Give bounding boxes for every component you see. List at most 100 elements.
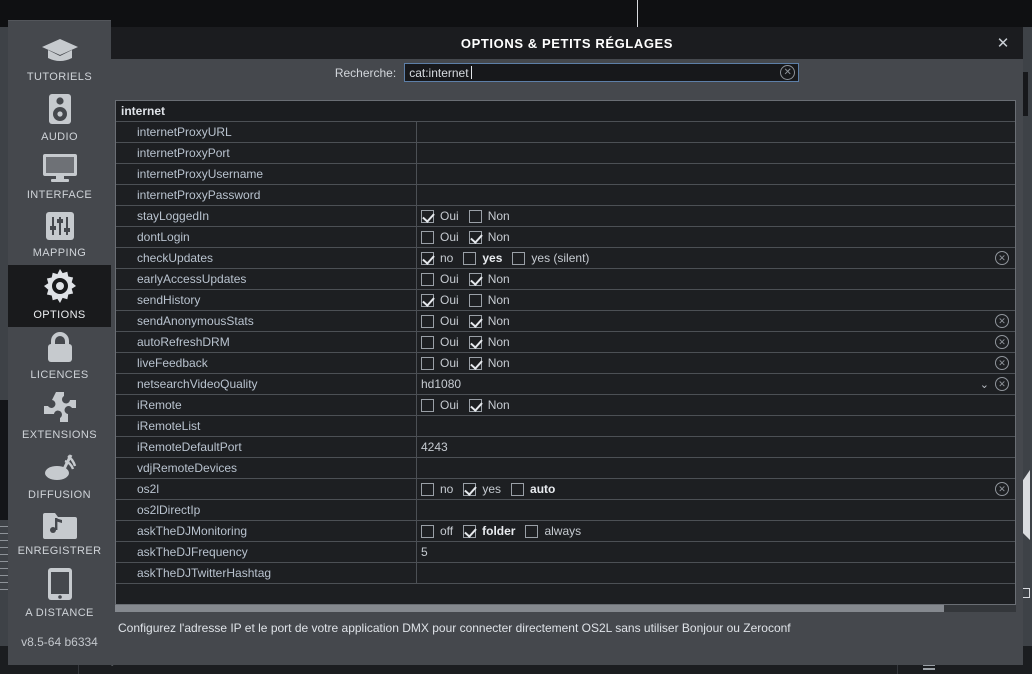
table-row[interactable]: dontLoginOuiNon [116, 227, 1015, 248]
table-row[interactable]: os2lDirectIp [116, 500, 1015, 521]
checkbox-unchecked-icon[interactable] [463, 252, 476, 265]
option-choice[interactable]: Oui [421, 356, 459, 370]
table-row[interactable]: sendHistoryOuiNon [116, 290, 1015, 311]
option-value-cell[interactable] [417, 122, 1015, 142]
checkbox-unchecked-icon[interactable] [421, 273, 434, 286]
option-value-cell[interactable]: OuiNon [417, 290, 1015, 310]
table-row[interactable]: autoRefreshDRMOuiNon✕ [116, 332, 1015, 353]
option-value-cell[interactable] [417, 563, 1015, 583]
option-choice[interactable]: Oui [421, 230, 459, 244]
option-choice[interactable]: always [525, 524, 581, 538]
option-choice[interactable]: off [421, 524, 453, 538]
table-row[interactable]: internetProxyUsername [116, 164, 1015, 185]
option-choice[interactable]: Oui [421, 314, 459, 328]
option-value-cell[interactable]: Oui Non [417, 395, 1015, 415]
table-row[interactable]: iRemoteOuiNon [116, 395, 1015, 416]
option-choice[interactable]: Non [469, 272, 510, 286]
checkbox-checked-icon[interactable] [469, 231, 482, 244]
option-choice[interactable]: Non [469, 335, 510, 349]
reset-option-icon[interactable]: ✕ [995, 377, 1009, 391]
reset-option-icon[interactable]: ✕ [995, 482, 1009, 496]
table-row[interactable]: liveFeedbackOuiNon✕ [116, 353, 1015, 374]
checkbox-unchecked-icon[interactable] [469, 210, 482, 223]
option-value-cell[interactable]: Oui Non [417, 206, 1015, 226]
option-value-cell[interactable]: hd1080⌄✕ [417, 374, 1015, 394]
reset-option-icon[interactable]: ✕ [995, 335, 1009, 349]
options-table[interactable]: internet internetProxyURLinternetProxyPo… [115, 100, 1016, 605]
checkbox-unchecked-icon[interactable] [421, 231, 434, 244]
option-choice[interactable]: yes [463, 482, 501, 496]
table-row[interactable]: os2lnoyesauto✕ [116, 479, 1015, 500]
checkbox-unchecked-icon[interactable] [525, 525, 538, 538]
option-choice[interactable]: Oui [421, 398, 459, 412]
option-value-cell[interactable]: 4243 [417, 437, 1015, 457]
option-choice[interactable]: no [421, 482, 453, 496]
checkbox-unchecked-icon[interactable] [469, 294, 482, 307]
option-choice[interactable]: no [421, 251, 453, 265]
checkbox-unchecked-icon[interactable] [421, 315, 434, 328]
option-value-cell[interactable]: Oui Non [417, 269, 1015, 289]
table-row[interactable]: iRemoteList [116, 416, 1015, 437]
checkbox-unchecked-icon[interactable] [421, 336, 434, 349]
table-row[interactable]: iRemoteDefaultPort4243 [116, 437, 1015, 458]
option-value-cell[interactable] [417, 416, 1015, 436]
sidebar-item-interface[interactable]: INTERFACE [8, 149, 111, 207]
option-value-cell[interactable]: noyesyes (silent)✕ [417, 248, 1015, 268]
checkbox-checked-icon[interactable] [463, 525, 476, 538]
option-value-cell[interactable]: Oui Non ✕ [417, 332, 1015, 352]
option-choice[interactable]: yes [463, 251, 502, 265]
checkbox-unchecked-icon[interactable] [512, 252, 525, 265]
option-value-cell[interactable]: OuiNon✕ [417, 311, 1015, 331]
checkbox-unchecked-icon[interactable] [421, 357, 434, 370]
close-icon[interactable]: ✕ [995, 35, 1011, 51]
checkbox-unchecked-icon[interactable] [511, 483, 524, 496]
sidebar-item-licences[interactable]: LICENCES [8, 327, 111, 387]
reset-option-icon[interactable]: ✕ [995, 251, 1009, 265]
option-value-cell[interactable] [417, 164, 1015, 184]
horizontal-scrollbar[interactable] [115, 605, 1016, 612]
option-choice[interactable]: Non [469, 398, 510, 412]
option-value-cell[interactable] [417, 500, 1015, 520]
search-input[interactable]: cat:internet ✕ [404, 63, 799, 82]
option-choice[interactable]: Non [469, 356, 510, 370]
table-row[interactable]: askTheDJTwitterHashtag [116, 563, 1015, 584]
table-row[interactable]: internetProxyURL [116, 122, 1015, 143]
checkbox-unchecked-icon[interactable] [421, 483, 434, 496]
table-row[interactable]: netsearchVideoQualityhd1080⌄✕ [116, 374, 1015, 395]
sidebar-item-audio[interactable]: AUDIO [8, 89, 111, 149]
option-choice[interactable]: Oui [421, 272, 459, 286]
table-row[interactable]: sendAnonymousStatsOuiNon✕ [116, 311, 1015, 332]
checkbox-checked-icon[interactable] [463, 483, 476, 496]
option-value-cell[interactable]: 5 [417, 542, 1015, 562]
checkbox-checked-icon[interactable] [469, 336, 482, 349]
reset-option-icon[interactable]: ✕ [995, 356, 1009, 370]
option-value-cell[interactable]: noyesauto✕ [417, 479, 1015, 499]
table-row[interactable]: internetProxyPassword [116, 185, 1015, 206]
option-value-cell[interactable]: Oui Non ✕ [417, 353, 1015, 373]
option-value-cell[interactable] [417, 458, 1015, 478]
option-value-cell[interactable] [417, 185, 1015, 205]
checkbox-unchecked-icon[interactable] [421, 525, 434, 538]
checkbox-checked-icon[interactable] [469, 315, 482, 328]
table-row[interactable]: earlyAccessUpdatesOuiNon [116, 269, 1015, 290]
sidebar-item-a-distance[interactable]: A DISTANCE [8, 563, 111, 625]
table-row[interactable]: vdjRemoteDevices [116, 458, 1015, 479]
table-row[interactable]: stayLoggedInOuiNon [116, 206, 1015, 227]
option-choice[interactable]: Non [469, 230, 510, 244]
checkbox-checked-icon[interactable] [421, 210, 434, 223]
option-choice[interactable]: Oui [421, 335, 459, 349]
table-row[interactable]: askTheDJFrequency5 [116, 542, 1015, 563]
checkbox-checked-icon[interactable] [469, 399, 482, 412]
sidebar-item-options[interactable]: OPTIONS [8, 265, 111, 327]
option-choice[interactable]: Oui [421, 209, 459, 223]
sidebar-item-extensions[interactable]: EXTENSIONS [8, 387, 111, 447]
option-choice[interactable]: Non [469, 209, 510, 223]
option-value-cell[interactable]: Oui Non [417, 227, 1015, 247]
checkbox-unchecked-icon[interactable] [421, 399, 434, 412]
option-value-cell[interactable] [417, 143, 1015, 163]
scrollbar-thumb[interactable] [115, 605, 944, 612]
chevron-down-icon[interactable]: ⌄ [980, 378, 989, 391]
option-choice[interactable]: folder [463, 524, 515, 538]
option-choice[interactable]: Oui [421, 293, 459, 307]
table-row[interactable]: internetProxyPort [116, 143, 1015, 164]
